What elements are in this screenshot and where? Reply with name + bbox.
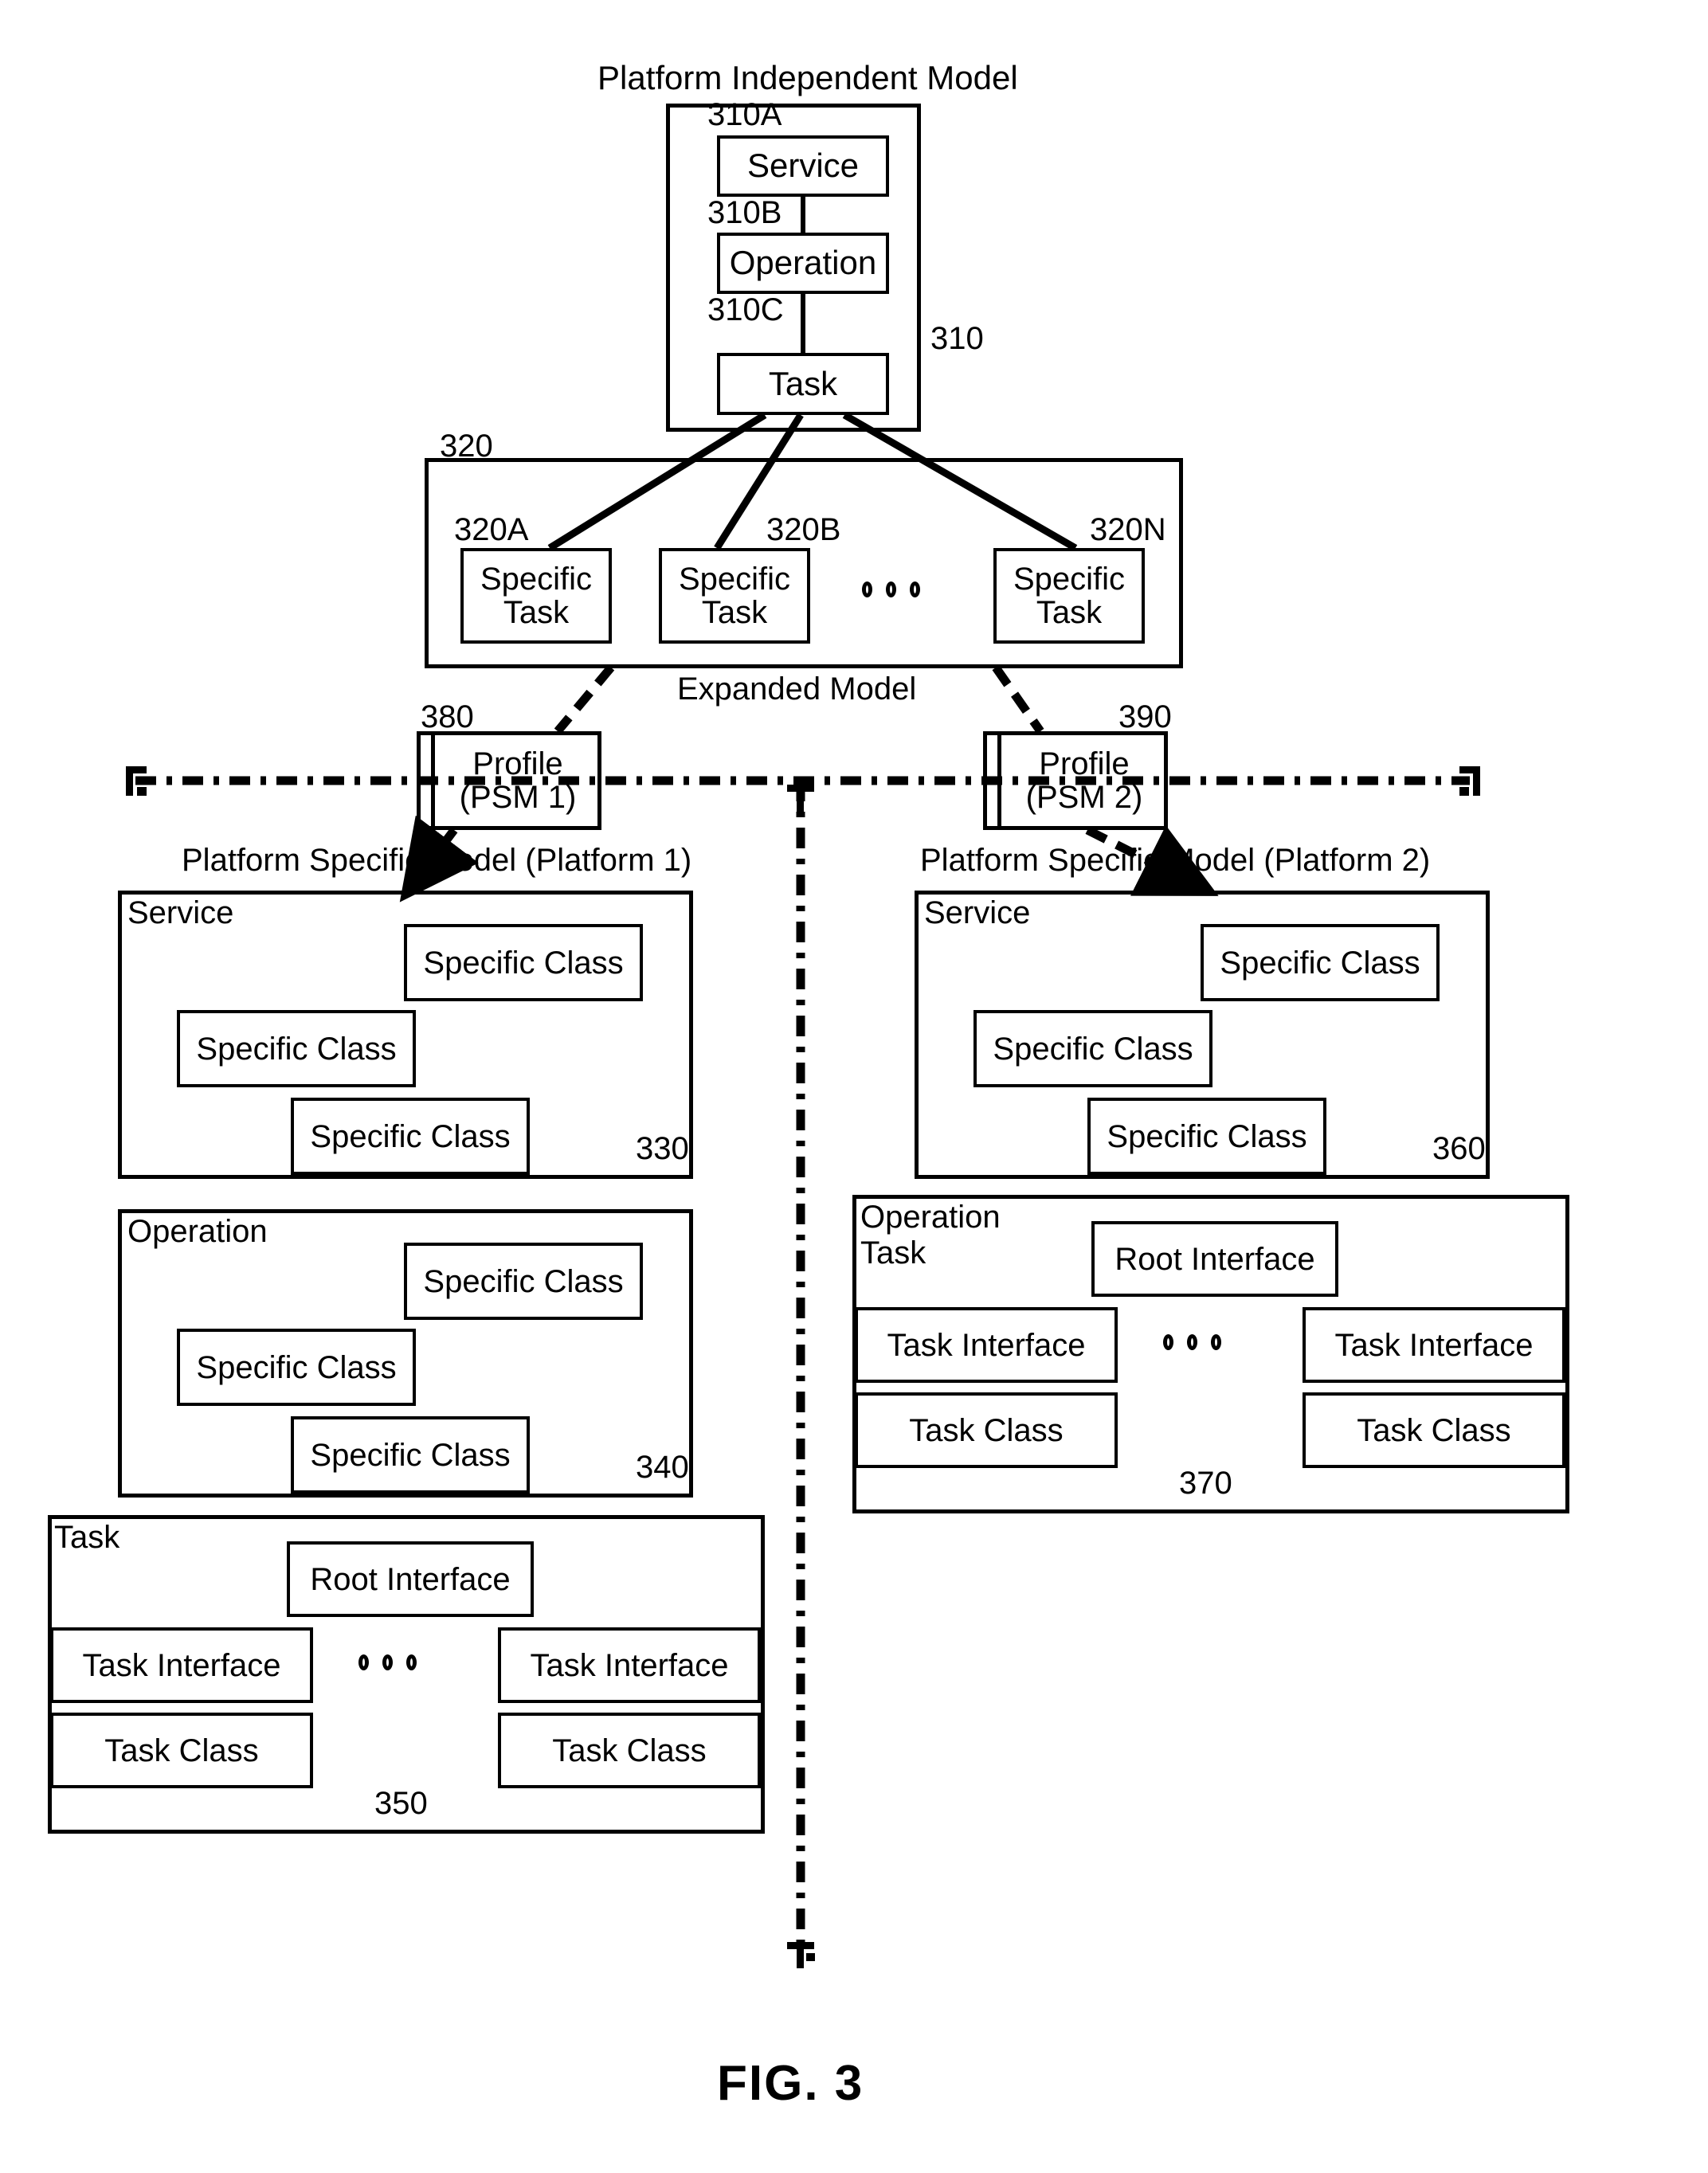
psm2-service-class-1: Specific Class [1201, 924, 1440, 1001]
profile-psm1-line1: Profile [472, 746, 563, 781]
psm2-title: Platform Specific Model (Platform 2) [920, 843, 1431, 878]
ref-310A: 310A [707, 97, 782, 132]
specific-task-a-line1: Specific [480, 562, 593, 597]
specific-task-n: Specific Task [993, 548, 1145, 644]
psm1-task-interface-right: Task Interface [498, 1627, 761, 1703]
specific-task-n-line1: Specific [1013, 562, 1126, 597]
ref-320B: 320B [766, 512, 841, 547]
ref-370: 370 [1179, 1466, 1232, 1501]
psm2-service-class-2: Specific Class [973, 1010, 1212, 1087]
psm1-operation-class-3: Specific Class [291, 1416, 530, 1494]
specific-task-b-line1: Specific [678, 562, 791, 597]
patent-figure: Platform Independent Model 310 310A Serv… [0, 0, 1708, 2173]
psm2-task-interface-right: Task Interface [1303, 1307, 1565, 1383]
ref-380: 380 [421, 699, 474, 734]
psm1-service-label: Service [127, 895, 234, 930]
ref-390: 390 [1118, 699, 1172, 734]
psm2-task-interface-left: Task Interface [855, 1307, 1118, 1383]
psm1-task-ellipsis-icon [358, 1654, 417, 1670]
profile-psm1-package: Profile (PSM 1) [417, 731, 601, 830]
specific-task-b: Specific Task [659, 548, 810, 644]
psm2-service-label: Service [924, 895, 1031, 930]
ref-320N: 320N [1090, 512, 1166, 547]
connector-service-operation [801, 195, 805, 235]
psm1-operation-class-1: Specific Class [404, 1243, 643, 1320]
psm1-service-class-2: Specific Class [177, 1010, 416, 1087]
psm1-service-class-3: Specific Class [291, 1098, 530, 1175]
psm1-task-label: Task [54, 1520, 120, 1555]
rail-vertical-caps [787, 785, 815, 1968]
figure-caption: FIG. 3 [717, 2056, 864, 2111]
profile-psm2-line2: (PSM 2) [1025, 780, 1143, 815]
psm1-service-class-1: Specific Class [404, 924, 643, 1001]
ref-310: 310 [930, 321, 984, 356]
specific-task-n-line2: Task [1036, 595, 1103, 630]
psm2-task-class-left: Task Class [855, 1392, 1118, 1468]
psm2-task-root-interface: Root Interface [1091, 1221, 1338, 1297]
psm1-task-interface-left: Task Interface [50, 1627, 313, 1703]
pim-node-task: Task [717, 353, 889, 415]
profile-psm1-line2: (PSM 1) [459, 780, 577, 815]
psm2-task-class-right: Task Class [1303, 1392, 1565, 1468]
ref-310B: 310B [707, 195, 782, 230]
expanded-model-caption: Expanded Model [677, 671, 917, 707]
specific-task-b-line2: Task [701, 595, 768, 630]
psm2-task-ellipsis-icon [1163, 1334, 1221, 1350]
expanded-ellipsis-icon [862, 581, 920, 597]
psm1-task-root-interface: Root Interface [287, 1541, 534, 1617]
psm2-operation-task-label-line2: Task [860, 1235, 926, 1271]
psm1-operation-label: Operation [127, 1214, 268, 1249]
psm2-operation-task-label-line1: Operation [860, 1200, 1001, 1235]
ref-360: 360 [1432, 1131, 1486, 1166]
ref-320A: 320A [454, 512, 529, 547]
pim-title: Platform Independent Model [597, 59, 1018, 96]
psm2-service-class-3: Specific Class [1087, 1098, 1326, 1175]
ref-310C: 310C [707, 292, 784, 327]
pim-node-service: Service [717, 135, 889, 197]
psm1-title: Platform Specific Model (Platform 1) [182, 843, 692, 878]
specific-task-a: Specific Task [460, 548, 612, 644]
ref-330: 330 [636, 1131, 689, 1166]
pim-node-operation: Operation [717, 233, 889, 294]
specific-task-a-line2: Task [503, 595, 570, 630]
ref-350: 350 [374, 1786, 428, 1821]
rail-end-caps [126, 766, 1480, 796]
psm1-operation-class-2: Specific Class [177, 1329, 416, 1406]
connector-operation-task [801, 292, 805, 354]
psm1-task-class-right: Task Class [498, 1713, 761, 1788]
psm1-task-class-left: Task Class [50, 1713, 313, 1788]
ref-340: 340 [636, 1450, 689, 1485]
profile-psm2-line1: Profile [1039, 746, 1130, 781]
profile-psm2-package: Profile (PSM 2) [983, 731, 1168, 830]
